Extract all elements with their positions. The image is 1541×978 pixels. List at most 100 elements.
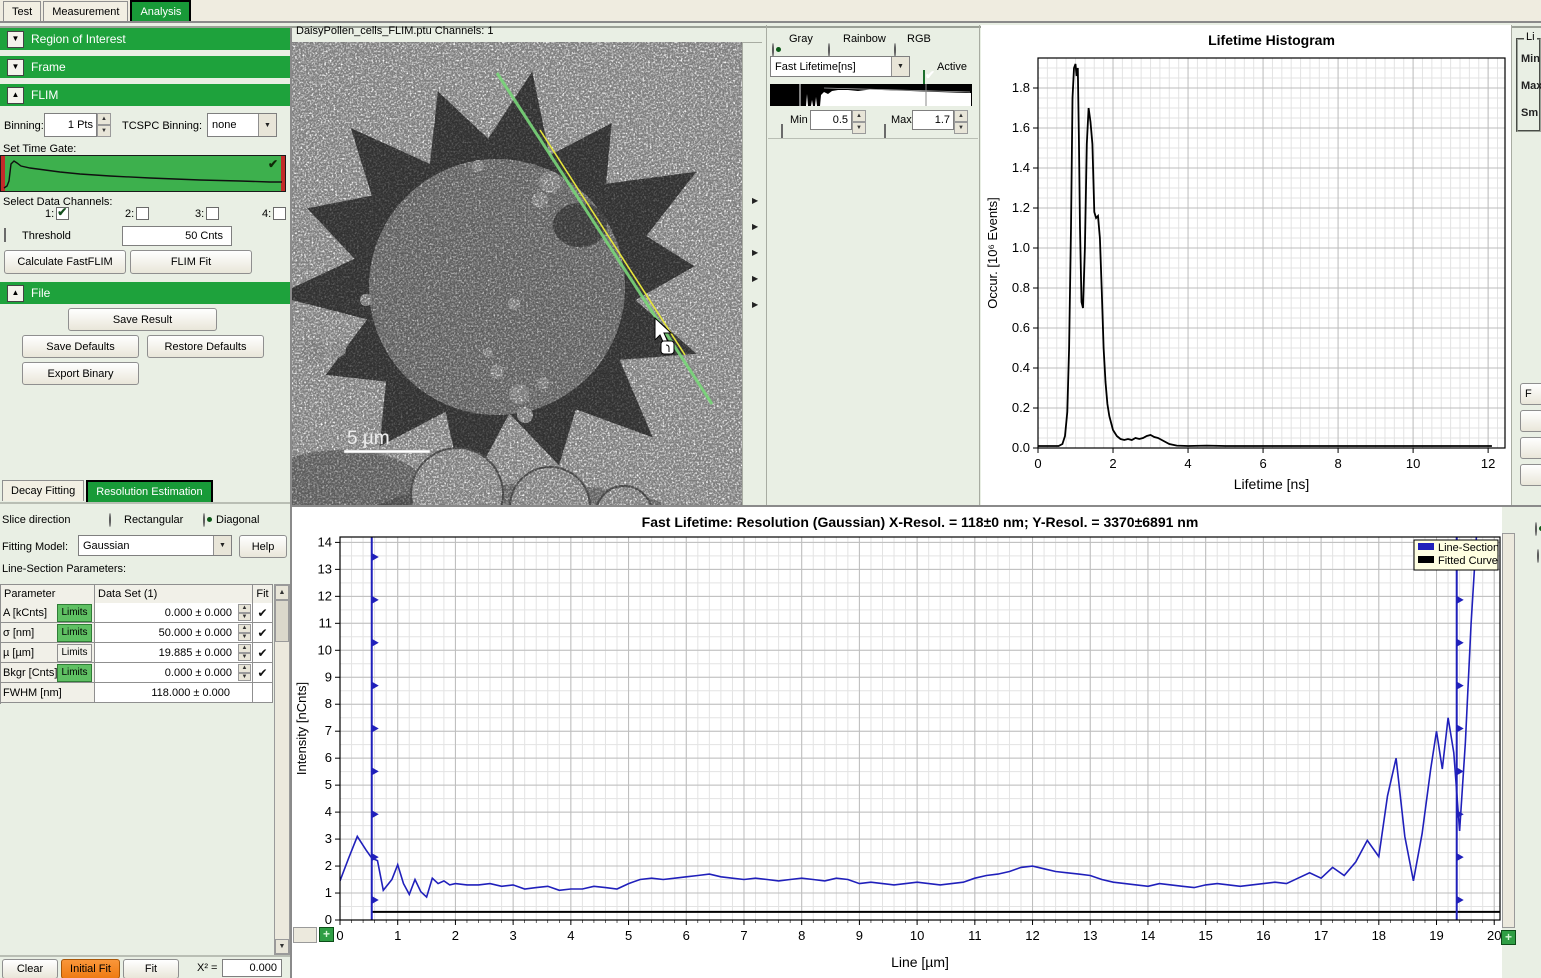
param-fit-cell[interactable]: ✔ — [253, 603, 273, 623]
section-file[interactable]: ▲ File — [0, 282, 290, 304]
right-strip-button-1[interactable]: F — [1520, 383, 1541, 405]
binning-stepper[interactable]: ▲ ▼ — [97, 113, 111, 137]
right-strip-button-2[interactable] — [1520, 410, 1541, 432]
spin-up-icon[interactable]: ▲ — [97, 113, 111, 125]
slice-diagonal-radio[interactable] — [203, 513, 205, 527]
threshold-checkbox[interactable] — [4, 228, 6, 242]
fitting-model-select[interactable]: Gaussian ▼ — [78, 535, 232, 556]
gray-radio[interactable] — [772, 43, 774, 57]
limits-button[interactable]: Limits — [57, 664, 92, 682]
microscopy-image[interactable]: 5 µm — [292, 42, 743, 505]
section-region-of-interest[interactable]: ▼ Region of Interest — [0, 28, 290, 50]
dropdown-arrow-icon[interactable]: ▼ — [258, 114, 276, 136]
tab-test[interactable]: Test — [3, 1, 41, 21]
collapse-icon[interactable]: ▼ — [7, 31, 24, 48]
param-fit-cell[interactable]: ✔ — [253, 663, 273, 683]
scrollbar-thumb[interactable] — [275, 600, 289, 642]
spin-down-icon[interactable]: ▼ — [238, 673, 251, 682]
channel-1-checkbox[interactable] — [56, 207, 69, 220]
section-flim[interactable]: ▲ FLIM — [0, 84, 290, 106]
section-frame[interactable]: ▼ Frame — [0, 56, 290, 78]
active-checkbox[interactable] — [923, 70, 925, 84]
tab-resolution-estimation[interactable]: Resolution Estimation — [86, 480, 212, 502]
chi2-field[interactable]: 0.000 — [222, 959, 282, 977]
param-fit-cell[interactable]: ✔ — [253, 643, 273, 663]
initial-fit-button[interactable]: Initial Fit — [61, 959, 120, 978]
param-value-cell[interactable]: 118.000 ± 0.000 — [95, 683, 253, 703]
channel-2-checkbox[interactable] — [136, 207, 149, 220]
expand-icon[interactable]: ▲ — [7, 87, 24, 104]
display-parameter-select[interactable]: Fast Lifetime[ns] ▼ — [770, 56, 910, 77]
save-defaults-button[interactable]: Save Defaults — [22, 335, 139, 358]
spin-down-icon[interactable]: ▼ — [238, 613, 251, 622]
rgb-radio[interactable] — [894, 43, 896, 57]
expand-icon[interactable]: ▲ — [7, 285, 24, 302]
channel-4-checkbox[interactable] — [273, 207, 286, 220]
collapse-icon[interactable]: ▼ — [7, 59, 24, 76]
spin-up-icon[interactable]: ▲ — [238, 664, 251, 673]
panel-splitter[interactable]: ▶ ▶ ▶ ▶ ▶ — [752, 196, 758, 309]
param-value-cell[interactable]: 0.000 ± 0.000▲▼ — [95, 603, 253, 623]
max-stepper[interactable]: ▲▼ — [954, 110, 968, 130]
min-stepper[interactable]: ▲▼ — [852, 110, 866, 130]
scroll-down-icon[interactable]: ▼ — [275, 939, 289, 954]
param-stepper[interactable]: ▲▼ — [238, 604, 251, 621]
spin-up-icon[interactable]: ▲ — [238, 624, 251, 633]
intensity-histogram-widget[interactable] — [770, 84, 972, 106]
splitter-arrow-icon[interactable]: ▶ — [752, 248, 758, 257]
dropdown-arrow-icon[interactable]: ▼ — [213, 536, 231, 555]
splitter-arrow-icon[interactable]: ▶ — [752, 196, 758, 205]
time-gate-right-handle[interactable] — [281, 156, 285, 191]
save-result-button[interactable]: Save Result — [68, 308, 217, 331]
time-gate-widget[interactable]: ✔ — [0, 155, 286, 192]
spin-up-icon[interactable]: ▲ — [852, 110, 866, 122]
spin-down-icon[interactable]: ▼ — [97, 125, 111, 137]
limits-button[interactable]: Limits — [57, 624, 92, 642]
min-field[interactable]: 0.5 — [810, 110, 852, 130]
h-scroll-track[interactable] — [293, 927, 317, 943]
spin-up-icon[interactable]: ▲ — [238, 604, 251, 613]
flim-fit-button[interactable]: FLIM Fit — [130, 250, 252, 274]
channel-3-checkbox[interactable] — [206, 207, 219, 220]
zoom-handle-right[interactable]: + — [1501, 930, 1516, 945]
export-binary-button[interactable]: Export Binary — [22, 362, 139, 385]
rainbow-radio[interactable] — [828, 43, 830, 57]
spin-down-icon[interactable]: ▼ — [954, 122, 968, 134]
threshold-field[interactable]: 50 Cnts — [122, 226, 232, 246]
spin-up-icon[interactable]: ▲ — [238, 644, 251, 653]
tcspc-binning-select[interactable]: none ▼ — [207, 113, 277, 137]
slice-rectangular-radio[interactable] — [109, 513, 111, 527]
fit-button[interactable]: Fit — [123, 959, 179, 978]
spin-down-icon[interactable]: ▼ — [852, 122, 866, 134]
spin-up-icon[interactable]: ▲ — [954, 110, 968, 122]
splitter-arrow-icon[interactable]: ▶ — [752, 222, 758, 231]
max-checkbox[interactable] — [884, 124, 886, 138]
limits-button[interactable]: Limits — [57, 644, 92, 662]
parameter-scrollbar[interactable]: ▲ ▼ — [274, 584, 290, 955]
splitter-arrow-icon[interactable]: ▶ — [752, 300, 758, 309]
dropdown-arrow-icon[interactable]: ▼ — [891, 57, 909, 76]
limits-button[interactable]: Limits — [57, 604, 92, 622]
time-gate-left-handle[interactable] — [1, 156, 5, 191]
v-scroll-track[interactable] — [1502, 533, 1515, 928]
tab-analysis[interactable]: Analysis — [130, 0, 191, 21]
min-checkbox[interactable] — [781, 124, 783, 138]
zoom-handle-left[interactable]: + — [319, 927, 334, 942]
param-value-cell[interactable]: 50.000 ± 0.000▲▼ — [95, 623, 253, 643]
binning-field[interactable]: 1 Pts — [44, 113, 97, 137]
param-fit-cell[interactable]: ✔ — [253, 623, 273, 643]
scroll-up-icon[interactable]: ▲ — [275, 585, 289, 600]
right-strip-button-3[interactable] — [1520, 437, 1541, 459]
param-stepper[interactable]: ▲▼ — [238, 624, 251, 641]
tab-measurement[interactable]: Measurement — [43, 1, 128, 21]
right-strip-button-4[interactable] — [1520, 464, 1541, 486]
spin-down-icon[interactable]: ▼ — [238, 653, 251, 662]
param-stepper[interactable]: ▲▼ — [238, 644, 251, 661]
calculate-fastflim-button[interactable]: Calculate FastFLIM — [4, 250, 126, 274]
restore-defaults-button[interactable]: Restore Defaults — [147, 335, 264, 358]
spin-down-icon[interactable]: ▼ — [238, 633, 251, 642]
help-button[interactable]: Help — [239, 535, 287, 558]
param-fit-cell[interactable] — [253, 683, 273, 703]
max-field[interactable]: 1.7 — [912, 110, 954, 130]
param-value-cell[interactable]: 19.885 ± 0.000▲▼ — [95, 643, 253, 663]
